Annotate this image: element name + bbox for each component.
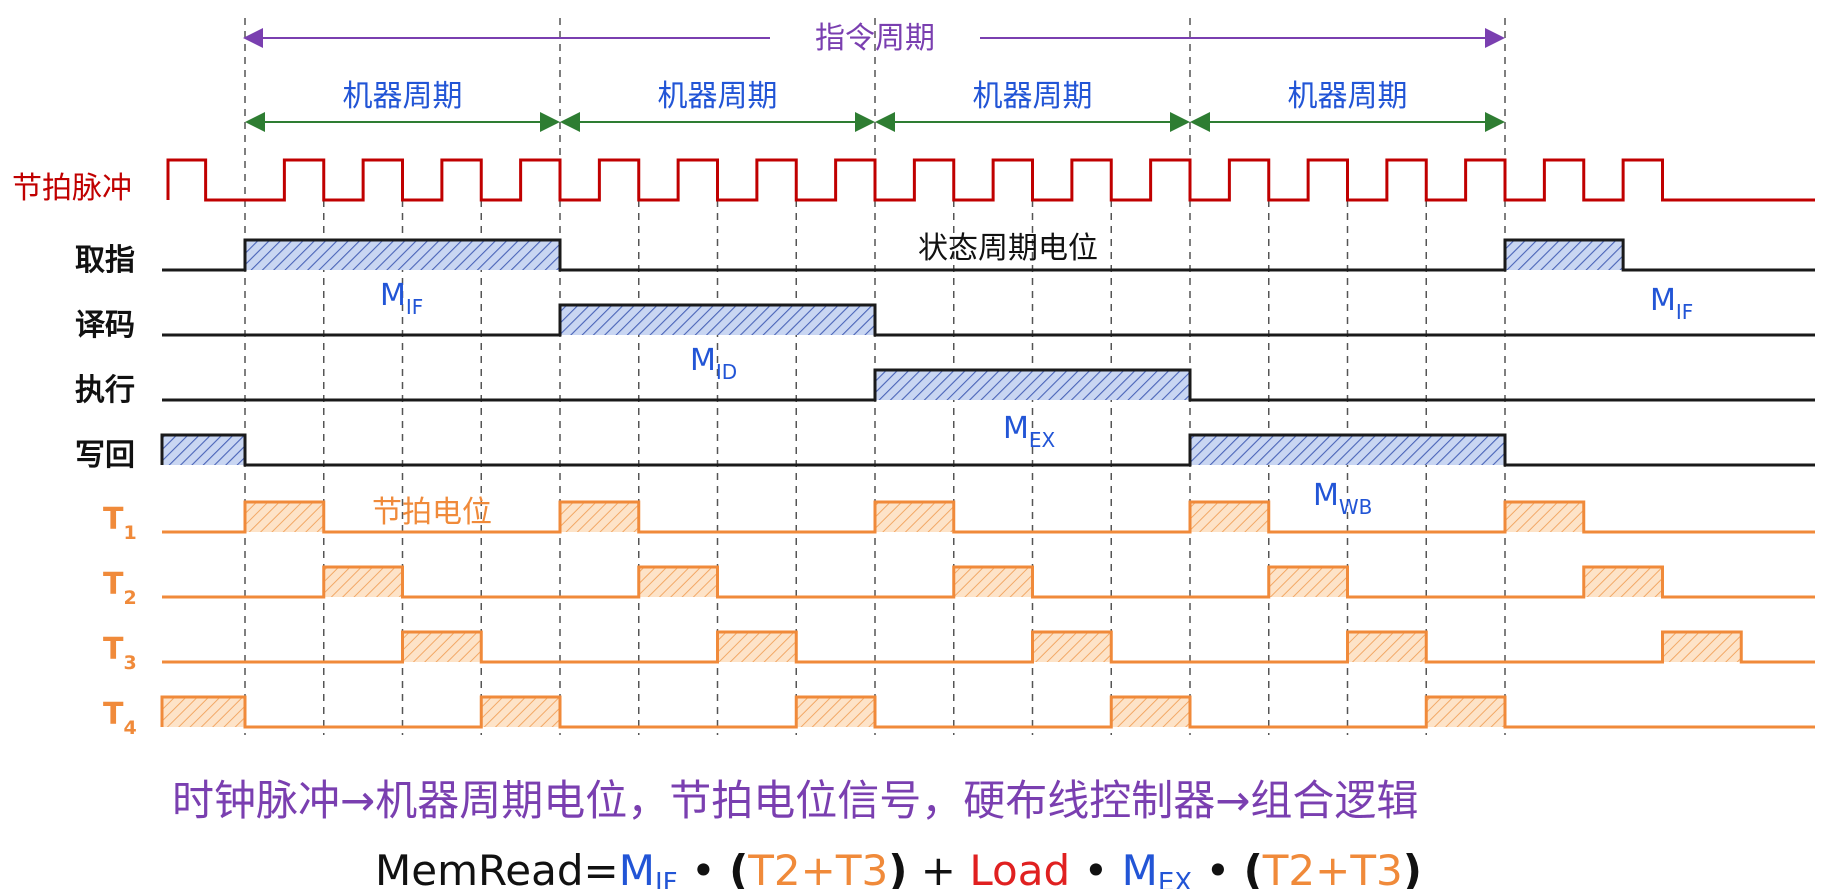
beat-active-period bbox=[796, 697, 875, 727]
m-label-wb: MWB bbox=[1313, 478, 1372, 519]
beat-signal-rows: T1 T2 T3 T4 bbox=[103, 500, 1815, 739]
beat-active-period bbox=[1662, 632, 1742, 662]
beat-signal-label: T1 bbox=[103, 502, 137, 544]
m-label-ex: MEX bbox=[1003, 411, 1056, 452]
beat-active-period bbox=[1268, 567, 1348, 597]
state-signal-rows: 取指译码执行写回 bbox=[75, 238, 1815, 473]
beat-active-period bbox=[1190, 502, 1269, 532]
beat-active-period bbox=[638, 567, 718, 597]
state-active-period bbox=[1190, 435, 1505, 465]
state-signal-label: 取指 bbox=[75, 243, 135, 278]
state-period-note: 状态周期电位 bbox=[918, 231, 1098, 266]
beat-level-note: 节拍电位 bbox=[372, 495, 492, 530]
beat-active-period bbox=[1111, 697, 1190, 727]
beat-active-period bbox=[953, 567, 1033, 597]
state-active-period bbox=[560, 305, 875, 335]
memread-formula: MemRead=MIF • (T2+T3) + Load • MEX • (T2… bbox=[375, 846, 1422, 889]
beat-signal-wave bbox=[160, 695, 1815, 729]
state-active-period bbox=[162, 435, 245, 465]
machine-cycle-label: 机器周期 bbox=[973, 79, 1093, 114]
beat-active-period bbox=[1505, 502, 1584, 532]
state-active-period bbox=[1505, 240, 1624, 270]
beat-active-period bbox=[1032, 632, 1112, 662]
m-label-if: MIF bbox=[380, 278, 423, 319]
beat-active-period bbox=[323, 567, 403, 597]
beat-active-period bbox=[875, 502, 954, 532]
state-signal-label: 译码 bbox=[75, 308, 135, 343]
beat-signal-label: T3 bbox=[103, 632, 137, 674]
beat-active-period bbox=[717, 632, 797, 662]
state-signal-label: 写回 bbox=[75, 438, 135, 473]
state-active-period bbox=[875, 370, 1190, 400]
beat-active-period bbox=[1426, 697, 1505, 727]
beat-active-period bbox=[1583, 567, 1663, 597]
beat-active-period bbox=[245, 502, 324, 532]
machine-cycle-label: 机器周期 bbox=[343, 79, 463, 114]
clock-label: 节拍脉冲 bbox=[12, 171, 132, 206]
beat-active-period bbox=[481, 697, 560, 727]
machine-cycle-label: 机器周期 bbox=[1288, 79, 1408, 114]
beat-signal-label: T2 bbox=[103, 567, 137, 609]
beat-active-period bbox=[1347, 632, 1427, 662]
m-label-if-next: MIF bbox=[1650, 283, 1693, 324]
machine-cycle-label: 机器周期 bbox=[658, 79, 778, 114]
m-label-id: MID bbox=[690, 343, 737, 384]
state-signal-label: 执行 bbox=[75, 373, 135, 408]
beat-signal-label: T4 bbox=[103, 697, 137, 739]
state-active-period bbox=[245, 240, 560, 270]
bottom-summary: 时钟脉冲→机器周期电位，节拍电位信号，硬布线控制器→组合逻辑 bbox=[172, 776, 1418, 825]
state-signal-wave bbox=[160, 433, 1815, 467]
beat-active-period bbox=[402, 632, 482, 662]
instruction-cycle-label: 指令周期 bbox=[815, 21, 935, 56]
beat-active-period bbox=[560, 502, 639, 532]
beat-active-period bbox=[162, 697, 245, 727]
instruction-cycle: 指令周期 bbox=[243, 21, 1505, 56]
clock-pulse-wave bbox=[166, 158, 1815, 202]
